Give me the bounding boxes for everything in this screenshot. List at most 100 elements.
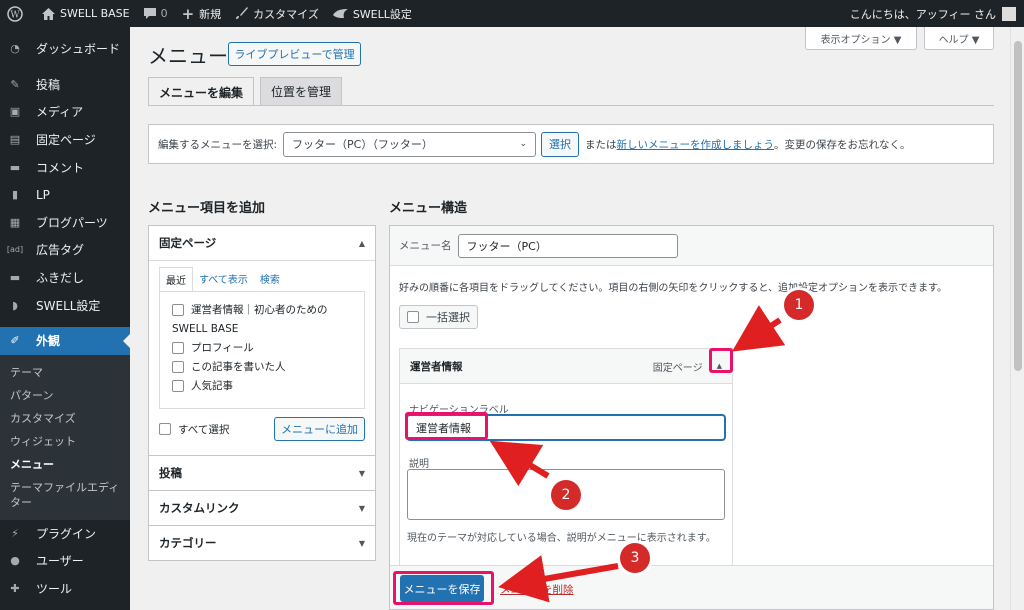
delete-menu-link[interactable]: メニューを削除 bbox=[500, 582, 574, 597]
my-account-link[interactable]: こんにちは、アッフィー さん bbox=[843, 0, 1024, 27]
menu-name-input[interactable]: フッター（PC） bbox=[457, 233, 678, 258]
bubble-icon: ▬ bbox=[9, 271, 21, 285]
scrollbar-thumb[interactable] bbox=[1014, 41, 1022, 371]
page-checkbox[interactable] bbox=[172, 379, 184, 392]
sidebar-item-users[interactable]: ● ユーザー bbox=[0, 547, 130, 575]
new-label: 新規 bbox=[199, 7, 222, 21]
select-all-checkbox[interactable]: すべて選択 bbox=[159, 420, 229, 439]
caret-down-icon: ▼ bbox=[358, 538, 365, 548]
sidebar-item-tools[interactable]: ✚ ツール bbox=[0, 575, 130, 603]
sidebar-item-media[interactable]: ▣ メディア bbox=[0, 98, 130, 126]
pages-checklist: 運営者情報｜初心者のための SWELL BASE プロフィール この記事を書いた… bbox=[159, 291, 365, 409]
sidebar-item-ad-tags[interactable]: [ad] 広告タグ bbox=[0, 236, 130, 264]
swell-icon bbox=[332, 9, 348, 18]
brush-icon: ✐ bbox=[10, 334, 20, 348]
list-item[interactable]: プロフィール bbox=[172, 338, 352, 357]
sidebar-item-plugins[interactable]: ⚡ プラグイン bbox=[0, 520, 130, 548]
add-items-heading: メニュー項目を追加 bbox=[148, 201, 266, 216]
sidebar-item-lp[interactable]: ▮ LP bbox=[0, 181, 130, 209]
nav-tabs: メニューを編集 位置を管理 bbox=[148, 77, 348, 106]
list-item[interactable]: 人気記事 bbox=[172, 376, 352, 395]
site-name-link[interactable]: SWELL BASE bbox=[35, 0, 137, 27]
live-preview-button[interactable]: ライブプレビューで管理 bbox=[228, 42, 361, 66]
scrollbar[interactable] bbox=[1010, 27, 1024, 610]
posts-accordion[interactable]: 投稿 ▼ bbox=[148, 456, 376, 491]
menu-item-header[interactable]: 運営者情報 固定ページ ▲ bbox=[400, 349, 732, 383]
annotation-badge-1: 1 bbox=[784, 290, 814, 320]
add-row: すべて選択 メニューに追加 bbox=[149, 409, 375, 455]
pages-accordion-header[interactable]: 固定ページ ▲ bbox=[149, 226, 375, 260]
comments-count: 0 bbox=[160, 7, 168, 20]
menu-item-box: 運営者情報 固定ページ ▲ ナビゲーションラベル 運営者情報 説明 現在のテーマ… bbox=[399, 348, 733, 573]
page-checkbox[interactable] bbox=[172, 341, 184, 354]
comment-icon: ▬ bbox=[9, 160, 21, 174]
help-button[interactable]: ヘルプ ▼ bbox=[924, 27, 994, 50]
customize-link[interactable]: カスタマイズ bbox=[228, 0, 326, 27]
submenu-widgets[interactable]: ウィジェット bbox=[0, 430, 130, 453]
comments-link[interactable]: 0 bbox=[137, 0, 175, 27]
document-icon: ▮ bbox=[11, 188, 19, 202]
swell-settings-link[interactable]: SWELL設定 bbox=[326, 0, 419, 27]
main-content: 表示オプション ▼ ヘルプ ▼ メニュー ライブプレビューで管理 メニューを編集… bbox=[130, 27, 1010, 610]
menu-name-label: メニュー名 bbox=[399, 240, 452, 252]
tab-manage-locations[interactable]: 位置を管理 bbox=[260, 77, 343, 105]
bulk-select-button[interactable]: 一括選択 bbox=[399, 305, 478, 329]
page-checkbox[interactable] bbox=[172, 303, 184, 316]
list-item[interactable]: この記事を書いた人 bbox=[172, 357, 352, 376]
appearance-submenu: テーマ パターン カスタマイズ ウィジェット メニュー テーマファイルエディター bbox=[0, 354, 130, 520]
comment-icon bbox=[143, 8, 156, 19]
user-icon: ● bbox=[10, 554, 20, 568]
create-menu-link[interactable]: 新しいメニューを作成しましょう bbox=[617, 137, 775, 152]
submenu-customize[interactable]: カスタマイズ bbox=[0, 407, 130, 430]
select-all-box[interactable] bbox=[159, 423, 171, 435]
menu-select-dropdown[interactable]: フッター（PC）（フッター） ⌄ bbox=[283, 131, 537, 157]
sidebar-item-posts[interactable]: ✎ 投稿 bbox=[0, 71, 130, 99]
brush-icon bbox=[236, 7, 249, 19]
sidebar-item-appearance[interactable]: ✐ 外観 bbox=[0, 326, 130, 355]
greeting: こんにちは、アッフィー さん bbox=[849, 7, 996, 21]
admin-sidebar: ◔ ダッシュボード ✎ 投稿 ▣ メディア ▤ 固定ページ ▬ コメント ▮ LP ▦ ブログ… bbox=[0, 27, 130, 610]
submenu-patterns[interactable]: パターン bbox=[0, 384, 130, 407]
submenu-theme-editor[interactable]: テーマファイルエディター bbox=[0, 476, 130, 514]
screen-options-button[interactable]: 表示オプション ▼ bbox=[805, 27, 917, 50]
submenu-menus[interactable]: メニュー bbox=[0, 453, 130, 476]
tab-search[interactable]: 検索 bbox=[254, 267, 286, 291]
custom-links-accordion[interactable]: カスタムリンク ▼ bbox=[148, 491, 376, 526]
plus-icon: + bbox=[181, 4, 195, 23]
wp-logo-icon[interactable]: W bbox=[0, 0, 35, 27]
admin-bar: W SWELL BASE 0 + 新規 カスタマイズ SWELL設定 こんにちは… bbox=[0, 0, 1024, 27]
menu-item-type: 固定ページ bbox=[652, 362, 703, 374]
avatar bbox=[1002, 6, 1016, 21]
sidebar-item-dashboard[interactable]: ◔ ダッシュボード bbox=[0, 35, 130, 63]
wrench-icon: ✚ bbox=[10, 582, 20, 596]
select-button[interactable]: 選択 bbox=[541, 131, 580, 157]
media-icon: ▣ bbox=[9, 105, 21, 119]
annotation-badge-3: 3 bbox=[620, 543, 650, 573]
description-caption: 説明 bbox=[409, 459, 429, 470]
menu-structure-heading: メニュー構造 bbox=[389, 201, 468, 216]
page-checkbox[interactable] bbox=[172, 360, 184, 373]
categories-accordion[interactable]: カテゴリー ▼ bbox=[148, 526, 376, 561]
tab-recent[interactable]: 最近 bbox=[159, 267, 193, 291]
caret-up-icon: ▲ bbox=[358, 238, 365, 248]
sidebar-item-swell[interactable]: ◗ SWELL設定 bbox=[0, 291, 130, 319]
tab-view-all[interactable]: すべて表示 bbox=[193, 267, 254, 291]
sidebar-item-balloon[interactable]: ▬ ふきだし bbox=[0, 264, 130, 292]
sidebar-item-comments[interactable]: ▬ コメント bbox=[0, 153, 130, 181]
save-reminder: 。変更の保存をお忘れなく。 bbox=[774, 138, 911, 151]
sidebar-item-blog-parts[interactable]: ▦ ブログパーツ bbox=[0, 209, 130, 237]
bulk-select-checkbox[interactable] bbox=[407, 311, 419, 323]
caret-down-icon: ▼ bbox=[358, 503, 365, 513]
highlight-nav-label bbox=[405, 412, 488, 440]
list-item[interactable]: 運営者情報｜初心者のための bbox=[172, 300, 352, 319]
caret-down-icon: ▼ bbox=[358, 468, 365, 478]
new-content-link[interactable]: + 新規 bbox=[175, 0, 229, 27]
list-item-continuation: SWELL BASE bbox=[172, 322, 239, 335]
add-to-menu-button[interactable]: メニューに追加 bbox=[274, 417, 365, 441]
sidebar-item-pages[interactable]: ▤ 固定ページ bbox=[0, 126, 130, 154]
submenu-themes[interactable]: テーマ bbox=[0, 361, 130, 384]
or-text: または bbox=[585, 138, 617, 151]
tab-edit-menus[interactable]: メニューを編集 bbox=[148, 77, 255, 106]
pages-tabs: 最近 すべて表示 検索 bbox=[149, 267, 375, 291]
highlight-save-button bbox=[393, 571, 494, 605]
